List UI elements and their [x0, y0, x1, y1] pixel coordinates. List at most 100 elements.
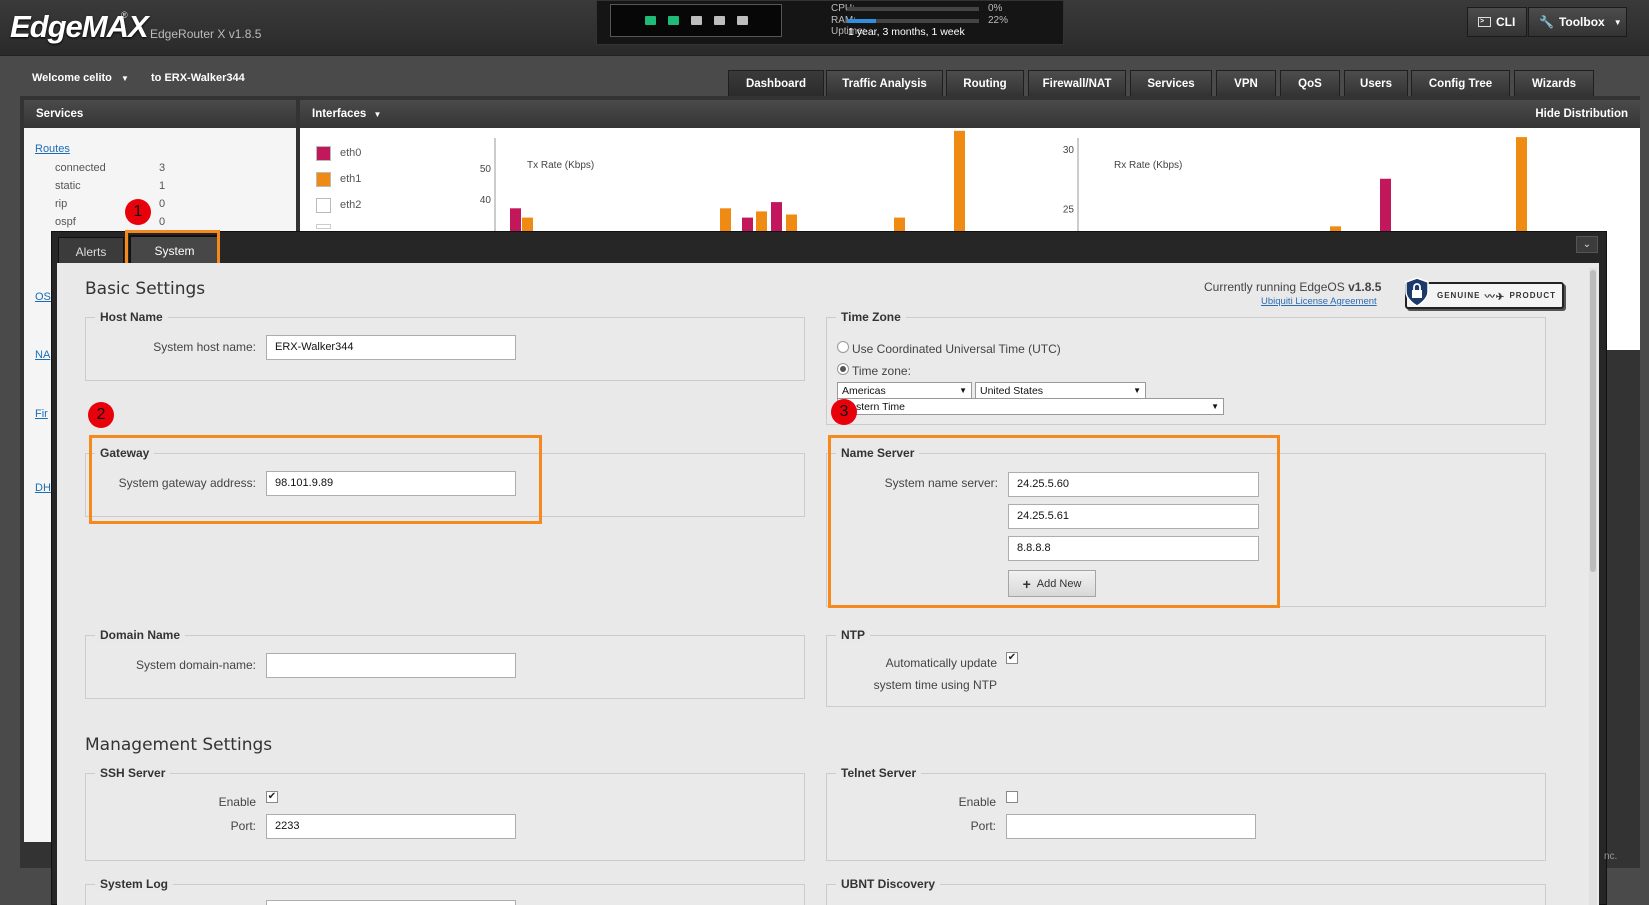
- cli-button[interactable]: > CLI: [1467, 7, 1527, 37]
- license-link[interactable]: Ubiquiti License Agreement: [1261, 296, 1377, 307]
- time-zone-label: Time zone:: [852, 364, 911, 378]
- zone-select[interactable]: stern Time ▼: [837, 398, 1224, 415]
- caret-down-icon: ▼: [1211, 402, 1219, 411]
- port-status: [610, 4, 782, 37]
- service-link-2[interactable]: Fir: [35, 408, 48, 420]
- toolbox-button[interactable]: 🔧 Toolbox ▼: [1528, 7, 1627, 37]
- tab-users[interactable]: Users: [1344, 70, 1408, 96]
- ssh-enable-label: Enable: [218, 795, 256, 809]
- ssh-enable-checkbox[interactable]: ✔: [266, 791, 278, 803]
- footer-text: nc.: [1604, 851, 1618, 862]
- tab-wizards[interactable]: Wizards: [1514, 70, 1594, 96]
- legend-eth2-swatch[interactable]: [316, 198, 331, 213]
- route-rip-count: 0: [159, 198, 166, 210]
- tab-routing[interactable]: Routing: [946, 70, 1024, 96]
- system-log-input[interactable]: [266, 900, 516, 905]
- telnet-enable-label: Enable: [958, 795, 996, 809]
- time-zone-legend: Time Zone: [836, 310, 906, 324]
- name-server-input-2[interactable]: 24.25.5.61: [1008, 504, 1259, 529]
- cpu-bar: [847, 7, 979, 11]
- running-version: Currently running EdgeOS v1.8.5: [1204, 280, 1382, 294]
- terminal-icon: >: [1478, 17, 1491, 27]
- service-link-0[interactable]: OS: [35, 291, 51, 303]
- cpu-value: 0%: [988, 3, 1003, 14]
- services-panel-title: Services: [24, 100, 296, 128]
- wrench-icon: 🔧: [1539, 15, 1554, 29]
- modal-scrollbar-thumb[interactable]: [1590, 270, 1596, 572]
- ntp-legend: NTP: [836, 628, 870, 642]
- utc-radio[interactable]: [837, 341, 849, 353]
- ssh-port-input[interactable]: 2233: [266, 814, 516, 839]
- marker-3: 3: [831, 399, 857, 425]
- legend-eth0-label[interactable]: eth0: [340, 147, 361, 159]
- service-link-1[interactable]: NA: [35, 349, 50, 361]
- ntp-checkbox[interactable]: ✔: [1006, 652, 1018, 664]
- route-ospf-label: ospf: [55, 216, 76, 228]
- port-2-indicator: [690, 16, 702, 25]
- time-zone-radio[interactable]: [837, 363, 849, 375]
- ubiquiti-logo-icon: 〰✈: [1484, 292, 1506, 303]
- ram-bar-fill: [847, 19, 877, 23]
- tx-tick-50: 50: [480, 164, 492, 175]
- ram-bar: [847, 19, 979, 23]
- tab-vpn[interactable]: VPN: [1216, 70, 1276, 96]
- interfaces-title[interactable]: Interfaces ▼: [312, 108, 381, 120]
- port-0-indicator: [644, 16, 656, 25]
- tab-firewall-nat[interactable]: Firewall/NAT: [1028, 70, 1126, 96]
- ntp-fieldset: [826, 635, 1546, 707]
- route-rip-label: rip: [55, 198, 68, 210]
- caret-down-icon: ▼: [1133, 386, 1141, 395]
- tab-traffic-analysis[interactable]: Traffic Analysis: [826, 70, 943, 96]
- route-ospf-count: 0: [159, 216, 166, 228]
- rx-tick-30: 30: [1063, 145, 1075, 156]
- ram-value: 22%: [988, 15, 1009, 26]
- name-server-input-1[interactable]: 24.25.5.60: [1008, 472, 1259, 497]
- marker-2: 2: [88, 402, 114, 428]
- system-log-legend: System Log: [95, 877, 174, 891]
- legend-eth1-label[interactable]: eth1: [340, 173, 361, 185]
- tab-qos[interactable]: QoS: [1280, 70, 1340, 96]
- ubnt-discovery-legend: UBNT Discovery: [836, 877, 941, 891]
- ssh-port-label: Port:: [230, 819, 256, 833]
- route-static-count: 1: [159, 180, 166, 192]
- country-select[interactable]: United States ▼: [975, 382, 1146, 399]
- model-version: EdgeRouter X v1.8.5: [150, 27, 262, 41]
- domain-name-input[interactable]: [266, 653, 516, 678]
- legend-eth0-swatch[interactable]: [316, 146, 331, 161]
- domain-name-legend: Domain Name: [95, 628, 186, 642]
- region-select[interactable]: Americas ▼: [837, 382, 972, 399]
- route-connected-count: 3: [159, 162, 166, 174]
- tab-dashboard[interactable]: Dashboard: [728, 70, 824, 96]
- route-connected-label: connected: [55, 162, 106, 174]
- legend-eth3-swatch: [316, 224, 331, 229]
- telnet-port-label: Port:: [970, 819, 996, 833]
- lock-shield-icon: [1405, 277, 1429, 307]
- rx-tick-25: 25: [1063, 205, 1075, 216]
- collapse-modal-button[interactable]: ⌄: [1576, 236, 1598, 253]
- legend-eth1-swatch[interactable]: [316, 172, 331, 187]
- tx-tick-40: 40: [480, 195, 492, 206]
- name-server-input-3[interactable]: 8.8.8.8: [1008, 536, 1259, 561]
- ntp-label-line2: system time using NTP: [873, 678, 997, 692]
- host-name-legend: Host Name: [95, 310, 168, 324]
- utc-label: Use Coordinated Universal Time (UTC): [852, 342, 1061, 356]
- tab-config-tree[interactable]: Config Tree: [1411, 70, 1510, 96]
- router-name: to ERX-Walker344: [151, 72, 245, 84]
- telnet-port-input[interactable]: [1006, 814, 1256, 839]
- telnet-enable-checkbox[interactable]: [1006, 791, 1018, 803]
- marker-1: 1: [125, 199, 151, 225]
- port-4-indicator: [736, 16, 748, 25]
- domain-name-label: System domain-name:: [135, 658, 256, 672]
- routes-link[interactable]: Routes: [35, 143, 70, 155]
- port-3-indicator: [713, 16, 725, 25]
- service-link-3[interactable]: DH: [35, 482, 51, 494]
- ssh-legend: SSH Server: [95, 766, 171, 780]
- legend-eth2-label[interactable]: eth2: [340, 199, 361, 211]
- host-name-input[interactable]: ERX-Walker344: [266, 335, 516, 360]
- tab-alerts[interactable]: Alerts: [58, 237, 124, 266]
- ntp-label-line1: Automatically update: [885, 656, 997, 670]
- welcome-user[interactable]: Welcome celito ▼: [32, 72, 129, 84]
- tab-services[interactable]: Services: [1130, 70, 1212, 96]
- route-static-label: static: [55, 180, 81, 192]
- hide-distribution-link[interactable]: Hide Distribution: [1535, 108, 1628, 120]
